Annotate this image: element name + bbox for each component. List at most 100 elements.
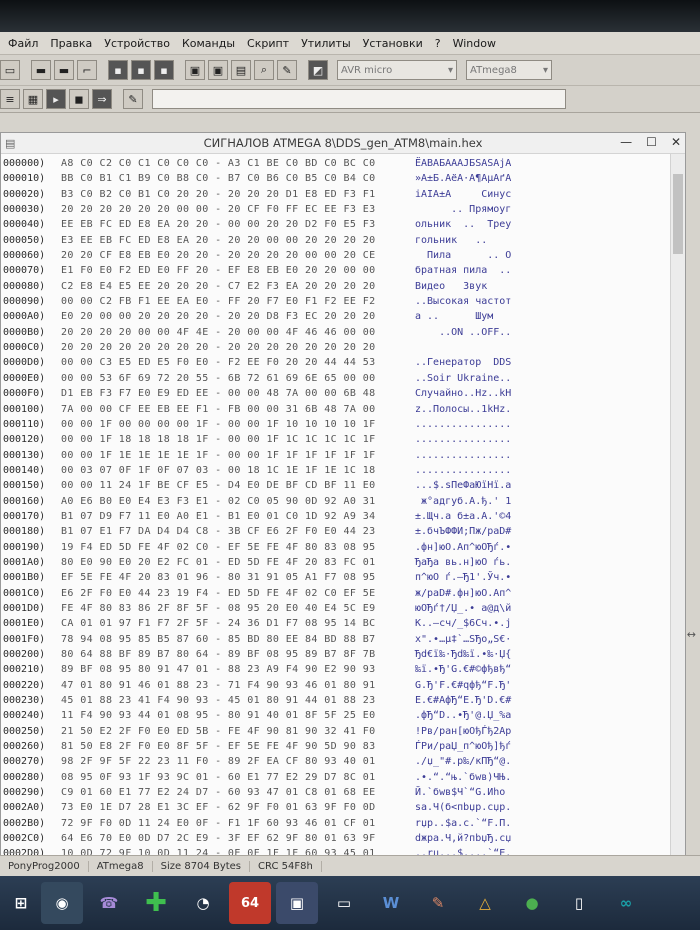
menu-edit[interactable]: Правка [44,37,98,50]
hex-row: 0000A0) E0 20 00 00 20 20 20 20 - 20 20 D… [1,309,671,324]
chip-app-icon[interactable]: ▣ [276,882,318,924]
secondary-toolbar: ≡ ▦ ▸ ◼ ⇒ ✎ [0,86,700,113]
hex-ascii: ж/раD#.фн]юO.Ап^ [415,587,512,599]
scanner-icon[interactable]: ▭ [323,882,365,924]
save-as-icon[interactable]: ▬ [54,60,74,80]
hex-bytes: 20 20 CF E8 EB E0 20 20 - 20 20 20 20 00… [61,250,376,262]
device-family-select[interactable]: AVR micro ▾ [337,60,457,80]
minimize-button[interactable]: — [620,135,632,149]
phone-icon[interactable]: ▯ [558,882,600,924]
hex-ascii: К..—сч/_$6Сч.•.ј [415,618,512,630]
hex-ascii: ±.бчЪФФИ;Пж/раD# [415,526,512,538]
erase-icon[interactable]: ▣ [185,60,205,80]
paint-icon[interactable]: ✎ [417,882,459,924]
hex-address: 000290) [3,787,46,799]
hex-address: 000210) [3,664,46,676]
hex-row: 0000E0) 00 00 53 6F 69 72 20 55 - 6B 72 6… [1,371,671,386]
program-icon[interactable]: ▣ [208,60,228,80]
hex-bytes: EF 5E FE 4F 20 83 01 96 - 80 31 91 05 A1… [61,572,376,584]
calibrate-icon[interactable]: ◩ [308,60,328,80]
hex-row: 000020) B3 C0 B2 C0 B1 C0 20 20 - 20 20 2… [1,187,671,202]
hex-address: 0000C0) [3,342,46,354]
chrome-icon[interactable]: ◉ [41,882,83,924]
hex-ascii: ЁАВАБАААЈБЅАЅАјА [415,158,512,169]
menu-utilities[interactable]: Утилиты [295,37,357,50]
calc-icon[interactable]: ▦ [23,89,43,109]
hex-dump[interactable]: 000000) A8 C0 C2 C0 C1 C0 C0 C0 - A3 C1 B… [1,154,671,875]
note-icon[interactable]: ✎ [123,89,143,109]
hex-bytes: 00 00 1F 00 00 00 00 1F - 00 00 1F 10 10… [61,418,376,430]
read-device-icon[interactable]: ▪ [108,60,128,80]
hex-address: 000010) [3,173,46,185]
device-value: ATmega8 [470,64,517,76]
triangle-app-icon[interactable]: △ [464,882,506,924]
hex-bytes: E0 20 00 00 20 20 20 20 - 20 20 D8 F3 EC… [61,311,376,323]
comment-field[interactable] [152,89,566,109]
hex-bytes: E1 F0 E0 F2 ED E0 FF 20 - EF E8 EB E0 20… [61,265,376,277]
arduino-icon[interactable]: ∞ [605,882,647,924]
hex-row: 000050) E3 EE EB FC ED E8 EA 20 - 20 20 0… [1,233,671,248]
edit-icon[interactable]: ✎ [277,60,297,80]
arrow-icon[interactable]: ⇒ [92,89,112,109]
hex-bytes: 21 50 E2 2F F0 E0 ED 5B - FE 4F 90 81 90… [61,725,376,737]
zoom-icon[interactable]: ⌕ [254,60,274,80]
menu-file[interactable]: Файл [2,37,44,50]
document-icon: ▤ [5,137,16,150]
hex-ascii: rџр..$а.с.`“F.П. [415,817,512,829]
hex-row: 000210) 89 BF 08 95 80 91 47 01 - 88 23 A… [1,662,671,677]
chevron-down-icon: ▾ [542,64,548,76]
menu-script[interactable]: Скрипт [241,37,295,50]
menu-help[interactable]: ? [429,37,447,50]
hex-bytes: B3 C0 B2 C0 B1 C0 20 20 - 20 20 20 D1 E8… [61,188,376,200]
aida64-icon[interactable]: 64 [229,882,271,924]
hex-address: 0000E0) [3,372,46,384]
device-select[interactable]: ATmega8 ▾ [466,60,552,80]
clock-app-icon[interactable]: ◔ [182,882,224,924]
hex-row: 000270) 98 2F 9F 5F 22 23 11 F0 - 89 2F E… [1,754,671,769]
status-device: ATmega8 [89,860,153,872]
menu-device[interactable]: Устройство [98,37,176,50]
hex-address: 000230) [3,695,46,707]
stop-icon[interactable]: ◼ [69,89,89,109]
green-app-icon[interactable]: ● [511,882,553,924]
hex-bytes: B1 07 E1 F7 DA D4 D4 C8 - 3B CF E6 2F F0… [61,526,376,538]
hex-ascii: ЃPи/раЏ_п^юOђ]ђѓ [415,741,512,753]
viber-icon[interactable]: ☎ [88,882,130,924]
hex-bytes: 89 BF 08 95 80 91 47 01 - 88 23 A9 F4 90… [61,664,376,676]
menu-window[interactable]: Window [447,37,502,50]
word-icon[interactable]: W [370,882,412,924]
maximize-button[interactable]: ☐ [646,135,657,149]
vertical-scrollbar[interactable] [670,154,685,866]
hex-bytes: 08 95 0F 93 1F 93 9C 01 - 60 E1 77 E2 29… [61,771,376,783]
open-file-icon[interactable]: ▭ [0,60,20,80]
hex-ascii: ольник .. Треу [415,219,512,231]
hex-row: 0001A0) 80 E0 90 E0 20 E2 FC 01 - ED 5D F… [1,555,671,570]
scrollbar-thumb[interactable] [673,174,683,254]
close-button[interactable]: ✕ [671,135,681,149]
verify-device-icon[interactable]: ▪ [154,60,174,80]
hex-bytes: 00 00 1F 18 18 18 18 1F - 00 00 1F 1C 1C… [61,434,376,446]
reload-icon[interactable]: ⌐ [77,60,97,80]
menu-commands[interactable]: Команды [176,37,241,50]
run-icon[interactable]: ▸ [46,89,66,109]
hex-address: 000020) [3,188,46,200]
write-device-icon[interactable]: ▪ [131,60,151,80]
hex-bytes: CA 01 01 97 F1 F7 2F 5F - 24 36 D1 F7 08… [61,618,376,630]
hex-bytes: E6 2F F0 E0 44 23 19 F4 - ED 5D FE 4F 02… [61,587,376,599]
hex-row: 0002A0) 73 E0 1E D7 28 E1 3C EF - 62 9F F… [1,800,671,815]
script-icon[interactable]: ≡ [0,89,20,109]
hex-ascii: гольник .. [415,234,512,246]
info-icon[interactable]: ▤ [231,60,251,80]
hex-ascii: юOЂѓ†/Џ_.• а@д\й [415,602,512,614]
plus-app-icon[interactable]: ✚ [135,882,177,924]
hex-row: 000250) 21 50 E2 2F F0 E0 ED 5B - FE 4F 9… [1,724,671,739]
hex-window-title: СИГНАЛОВ ATMEGA 8\DDS_gen_ATM8\main.hex [203,136,483,150]
hex-address: 0001B0) [3,572,46,584]
hex-ascii: ................ [415,464,512,476]
windows-start-icon[interactable]: ⊞ [6,882,36,924]
menu-setup[interactable]: Установки [357,37,429,50]
hex-address: 000080) [3,280,46,292]
hex-window-titlebar: ▤ СИГНАЛОВ ATMEGA 8\DDS_gen_ATM8\main.he… [1,133,685,154]
hex-address: 000160) [3,495,46,507]
save-icon[interactable]: ▬ [31,60,51,80]
